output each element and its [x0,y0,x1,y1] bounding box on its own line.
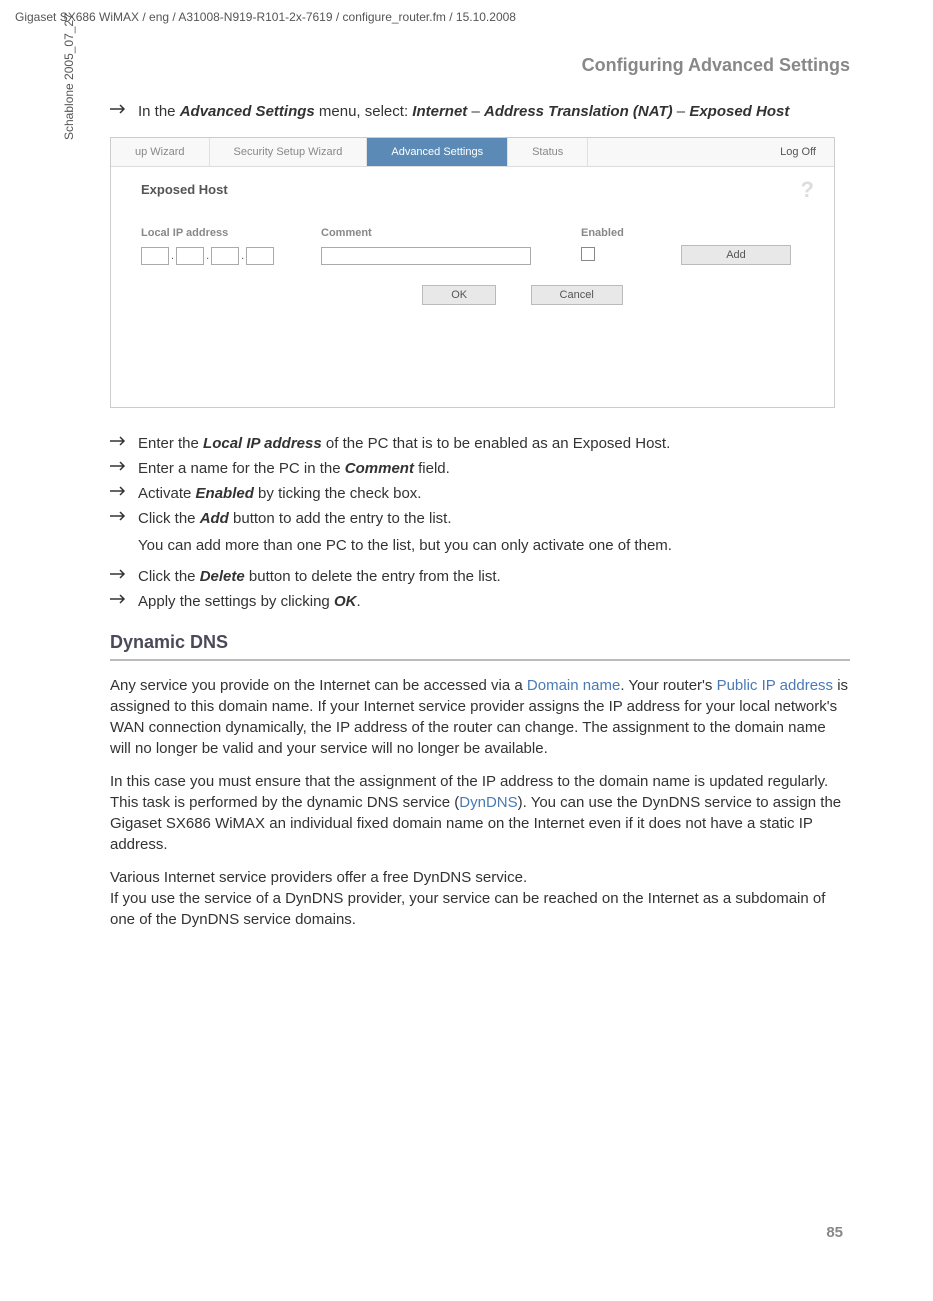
comment-label: Comment [321,227,581,239]
text: Apply the settings by clicking OK. [138,591,850,612]
ok-button[interactable]: OK [422,285,496,305]
text: Internet [412,103,467,120]
text: Add [200,510,229,527]
text: Enter the [138,435,203,452]
ip-octet-3[interactable] [211,247,239,265]
text: Address Translation (NAT) [484,103,673,120]
link-public-ip[interactable]: Public IP address [717,677,833,694]
arrow-icon [110,486,130,496]
side-label: Schablone 2005_07_27 [62,13,76,140]
dot: . [241,250,244,262]
ip-inputs: . . . [141,247,321,265]
text: Local IP address [203,435,322,452]
ss-form-row: Local IP address . . . Comment Enabled [141,227,804,265]
text: button to delete the entry from the list… [245,568,501,585]
intro-instruction: In the Advanced Settings menu, select: I… [110,101,850,122]
nav-tab-wizard[interactable]: up Wizard [111,138,210,166]
ss-body: ? Exposed Host Local IP address . . . Co… [111,167,834,407]
comment-column: Comment [321,227,581,265]
text: Advanced Settings [180,103,315,120]
nav-tab-security[interactable]: Security Setup Wizard [210,138,368,166]
text: Activate [138,485,196,502]
text: Click the [138,510,200,527]
nav-tab-status[interactable]: Status [508,138,588,166]
text: Click the Delete button to delete the en… [138,566,850,587]
arrow-icon [110,461,130,471]
bullet-3: Activate Enabled by ticking the check bo… [110,483,850,504]
enabled-label: Enabled [581,227,681,239]
bullet-2: Enter a name for the PC in the Comment f… [110,458,850,479]
text: by ticking the check box. [254,485,422,502]
text: Exposed Host [689,103,789,120]
intro-text: In the Advanced Settings menu, select: I… [138,101,850,122]
text: OK [334,593,357,610]
arrow-icon [110,104,130,114]
ip-octet-2[interactable] [176,247,204,265]
ss-buttons: OK Cancel [241,285,804,305]
router-screenshot: up Wizard Security Setup Wizard Advanced… [110,137,835,408]
enabled-checkbox[interactable] [581,247,595,261]
text: Comment [345,460,414,477]
link-dyndns[interactable]: DynDNS [459,794,517,811]
text: Delete [200,568,245,585]
dot: . [206,250,209,262]
text: Enter a name for the PC in the [138,460,345,477]
ip-octet-1[interactable] [141,247,169,265]
text: field. [414,460,450,477]
ss-page-title: Exposed Host [141,182,804,197]
text: Enter the Local IP address of the PC tha… [138,433,850,454]
bullet-5: Click the Delete button to delete the en… [110,566,850,587]
text: Click the Add button to add the entry to… [138,508,850,529]
nav-tab-advanced[interactable]: Advanced Settings [367,138,508,166]
bullet-1: Enter the Local IP address of the PC tha… [110,433,850,454]
cancel-button[interactable]: Cancel [531,285,623,305]
text: Activate Enabled by ticking the check bo… [138,483,850,504]
enabled-column: Enabled [581,227,681,261]
section-header: Configuring Advanced Settings [110,55,850,76]
arrow-icon [110,569,130,579]
ip-column: Local IP address . . . [141,227,321,265]
ss-nav: up Wizard Security Setup Wizard Advanced… [111,138,834,167]
text: menu, select: [315,103,413,120]
doc-header-path: Gigaset SX686 WiMAX / eng / A31008-N919-… [15,10,516,24]
bullet-4: Click the Add button to add the entry to… [110,508,850,529]
text: of the PC that is to be enabled as an Ex… [322,435,671,452]
text: Click the [138,568,200,585]
link-domain-name[interactable]: Domain name [527,677,620,694]
arrow-icon [110,594,130,604]
page-content: Configuring Advanced Settings In the Adv… [110,55,850,942]
ip-octet-4[interactable] [246,247,274,265]
dns-para-2: In this case you must ensure that the as… [110,771,850,855]
text: Enabled [196,485,254,502]
dot: . [171,250,174,262]
divider [110,659,850,661]
arrow-icon [110,511,130,521]
help-icon[interactable]: ? [801,177,814,203]
dns-para-1: Any service you provide on the Internet … [110,675,850,759]
text: . [356,593,360,610]
page-number: 85 [826,1224,843,1241]
text: Any service you provide on the Internet … [110,677,527,694]
comment-input[interactable] [321,247,531,265]
add-button[interactable]: Add [681,245,791,265]
arrow-icon [110,436,130,446]
add-column: Add [681,227,791,265]
bullet-6: Apply the settings by clicking OK. [110,591,850,612]
logoff-link[interactable]: Log Off [762,138,834,166]
bullet-4-sub: You can add more than one PC to the list… [138,535,850,556]
text: Enter a name for the PC in the Comment f… [138,458,850,479]
text: . Your router's [620,677,716,694]
dns-para-3: Various Internet service providers offer… [110,867,850,930]
text: button to add the entry to the list. [229,510,452,527]
text: In the [138,103,180,120]
ip-label: Local IP address [141,227,321,239]
dns-title: Dynamic DNS [110,632,850,653]
text: – [673,103,690,120]
text: Apply the settings by clicking [138,593,334,610]
text: – [467,103,484,120]
